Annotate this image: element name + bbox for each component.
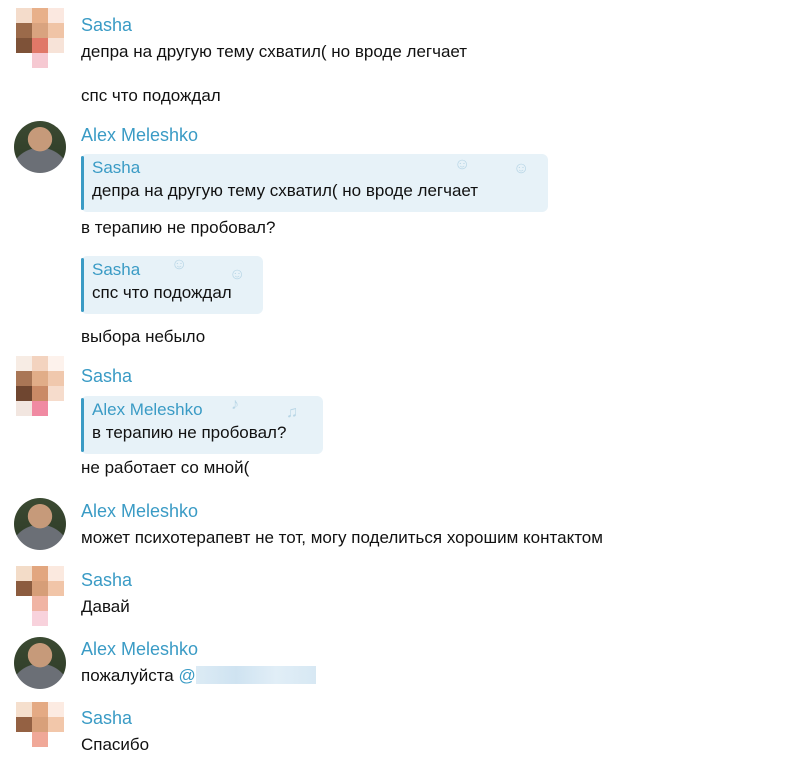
sticker-pattern-icon: ☺: [454, 156, 471, 173]
message-text: выбора небыло: [81, 327, 206, 346]
message-text: может психотерапевт не тот, могу поделит…: [81, 528, 603, 547]
quote-sender: Sasha: [92, 158, 141, 177]
quote-bar: [81, 398, 84, 452]
avatar[interactable]: [16, 566, 64, 626]
message-text: Спасибо: [81, 735, 150, 754]
avatar[interactable]: [14, 637, 66, 689]
sender-name[interactable]: Alex Meleshko: [81, 125, 198, 146]
sticker-pattern-icon: ♫: [286, 404, 298, 421]
reply-quote[interactable]: ♪ ♫ Alex Meleshko в терапию не пробовал?: [81, 396, 323, 454]
avatar[interactable]: [16, 356, 64, 416]
quote-text: в терапию не пробовал?: [92, 423, 287, 442]
avatar[interactable]: [14, 121, 66, 173]
message-text: пожалуйста @: [81, 666, 316, 686]
quote-bar: [81, 156, 84, 210]
sender-name[interactable]: Sasha: [81, 15, 132, 36]
sender-name[interactable]: Alex Meleshko: [81, 501, 198, 522]
sticker-pattern-icon: ☺: [513, 160, 530, 177]
sender-name[interactable]: Sasha: [81, 708, 132, 729]
quote-sender: Sasha: [92, 260, 141, 279]
message-text: не работает со мной(: [81, 458, 250, 477]
message-text: в терапию не пробовал?: [81, 218, 276, 237]
sticker-pattern-icon: ☺: [171, 256, 188, 273]
sender-name[interactable]: Alex Meleshko: [81, 639, 198, 660]
sender-name[interactable]: Sasha: [81, 570, 132, 591]
quote-text: спс что подождал: [92, 283, 232, 302]
message-text: спс что подождал: [81, 86, 221, 105]
avatar[interactable]: [14, 498, 66, 550]
quote-bar: [81, 258, 84, 312]
quote-sender: Alex Meleshko: [92, 400, 203, 419]
avatar[interactable]: [16, 8, 64, 68]
quote-text: депра на другую тему схватил( но вроде л…: [92, 181, 479, 200]
reply-quote[interactable]: ☺ ☺ Sasha депра на другую тему схватил( …: [81, 154, 548, 212]
mention-link[interactable]: @: [179, 666, 196, 685]
avatar[interactable]: [16, 702, 64, 762]
sender-name[interactable]: Sasha: [81, 366, 132, 387]
message-text-body: пожалуйста: [81, 666, 174, 685]
redacted-contact: [195, 666, 316, 684]
message-text: Давай: [81, 597, 130, 616]
sticker-pattern-icon: ♪: [231, 396, 239, 413]
reply-quote[interactable]: ☺ ☺ Sasha спс что подождал: [81, 256, 263, 314]
message-text: депра на другую тему схватил( но вроде л…: [81, 42, 468, 61]
sticker-pattern-icon: ☺: [229, 266, 246, 283]
